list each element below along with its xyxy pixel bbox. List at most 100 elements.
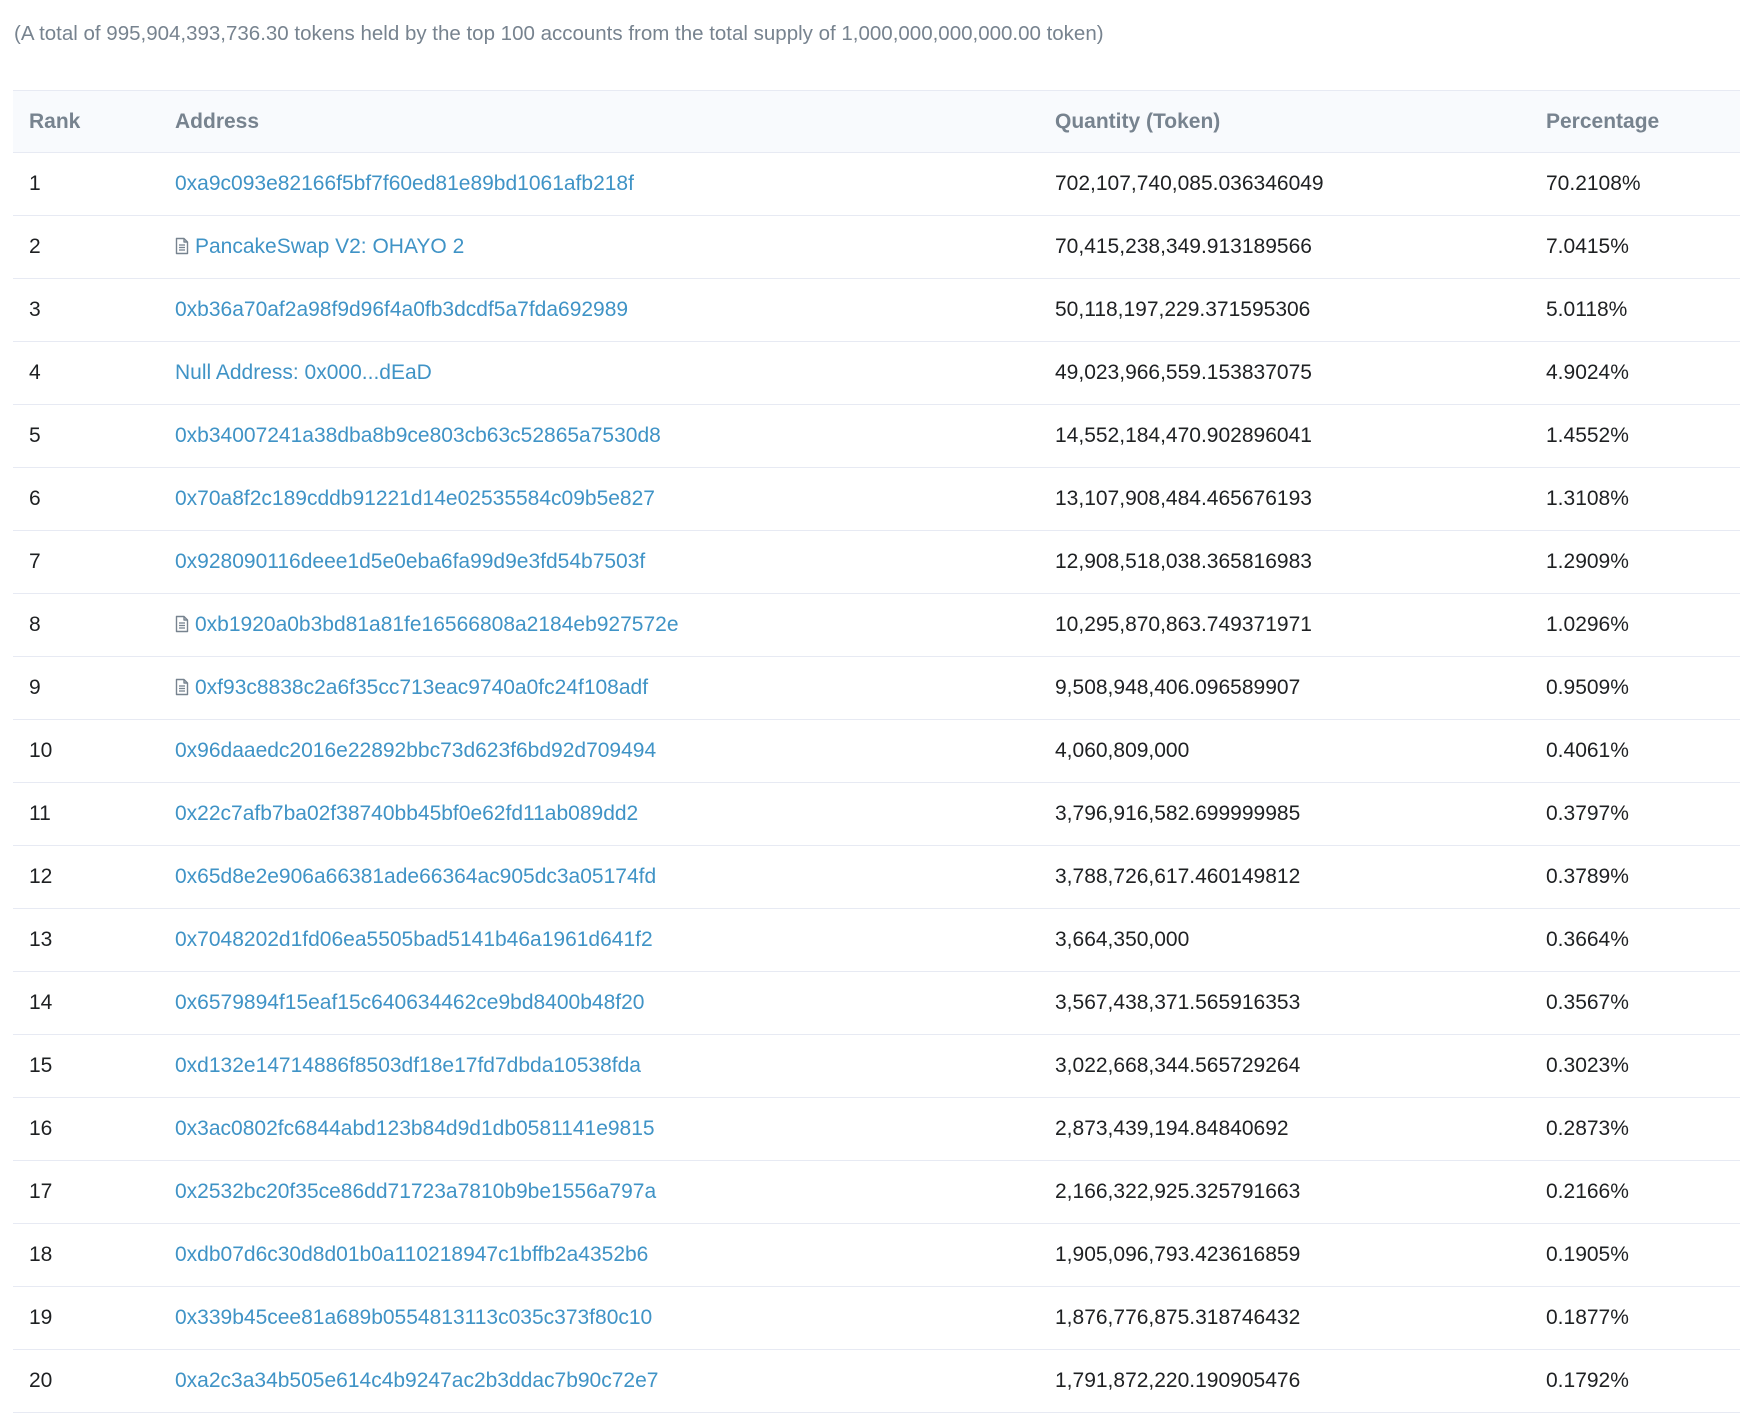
rank-cell: 18: [13, 1223, 159, 1287]
address-cell: 0x7048202d1fd06ea5505bad5141b46a1961d641…: [159, 908, 1039, 972]
quantity-cell: 13,107,908,484.465676193: [1039, 467, 1530, 531]
quantity-cell: 2,166,322,925.325791663: [1039, 1160, 1530, 1224]
column-header-address: Address: [159, 90, 1039, 153]
table-row: 14 0x6579894f15eaf15c640634462ce9bd8400b4…: [13, 971, 1740, 1035]
table-row: 11 0x22c7afb7ba02f38740bb45bf0e62fd11ab08…: [13, 782, 1740, 846]
quantity-cell: 14,552,184,470.902896041: [1039, 404, 1530, 468]
rank-cell: 16: [13, 1097, 159, 1161]
column-header-quantity: Quantity (Token): [1039, 90, 1530, 153]
holder-address-link[interactable]: 0xb34007241a38dba8b9ce803cb63c52865a7530…: [175, 424, 661, 447]
rank-cell: 1: [13, 152, 159, 216]
holder-address-link[interactable]: 0xdb07d6c30d8d01b0a110218947c1bffb2a4352…: [175, 1243, 648, 1266]
token-holders-table: Rank Address Quantity (Token) Percentage…: [13, 90, 1740, 1413]
holder-address-link[interactable]: 0xf93c8838c2a6f35cc713eac9740a0fc24f108a…: [195, 676, 648, 699]
holder-address-link[interactable]: 0x928090116deee1d5e0eba6fa99d9e3fd54b750…: [175, 550, 645, 573]
address-cell: 0x22c7afb7ba02f38740bb45bf0e62fd11ab089d…: [159, 782, 1039, 846]
holder-address-link[interactable]: 0x6579894f15eaf15c640634462ce9bd8400b48f…: [175, 991, 644, 1014]
holder-address-link[interactable]: Null Address: 0x000...dEaD: [175, 361, 432, 384]
address-cell: 0xb1920a0b3bd81a81fe16566808a2184eb92757…: [159, 593, 1039, 657]
holders-summary-text: (A total of 995,904,393,736.30 tokens he…: [14, 22, 1104, 45]
rank-cell: 13: [13, 908, 159, 972]
table-row: 10 0x96daaedc2016e22892bbc73d623f6bd92d70…: [13, 719, 1740, 783]
quantity-cell: 3,796,916,582.699999985: [1039, 782, 1530, 846]
holder-address-link[interactable]: 0x7048202d1fd06ea5505bad5141b46a1961d641…: [175, 928, 653, 951]
quantity-cell: 1,905,096,793.423616859: [1039, 1223, 1530, 1287]
holder-address-link[interactable]: 0xa9c093e82166f5bf7f60ed81e89bd1061afb21…: [175, 172, 634, 195]
holder-address-link[interactable]: 0x339b45cee81a689b0554813113c035c373f80c…: [175, 1306, 652, 1329]
table-row: 16 0x3ac0802fc6844abd123b84d9d1db0581141e…: [13, 1097, 1740, 1161]
percentage-cell: 0.3023%: [1530, 1034, 1740, 1098]
percentage-cell: 5.0118%: [1530, 278, 1740, 342]
rank-cell: 3: [13, 278, 159, 342]
holder-address-link[interactable]: 0x65d8e2e906a66381ade66364ac905dc3a05174…: [175, 865, 656, 888]
quantity-cell: 50,118,197,229.371595306: [1039, 278, 1530, 342]
rank-cell: 9: [13, 656, 159, 720]
rank-cell: 12: [13, 845, 159, 909]
address-cell: 0xdb07d6c30d8d01b0a110218947c1bffb2a4352…: [159, 1223, 1039, 1287]
address-cell: Null Address: 0x000...dEaD: [159, 341, 1039, 405]
file-document-icon: [175, 678, 189, 696]
table-row: 18 0xdb07d6c30d8d01b0a110218947c1bffb2a43…: [13, 1223, 1740, 1287]
percentage-cell: 0.3797%: [1530, 782, 1740, 846]
percentage-cell: 0.9509%: [1530, 656, 1740, 720]
percentage-cell: 0.1877%: [1530, 1286, 1740, 1350]
file-document-icon: [175, 615, 189, 633]
holder-address-link[interactable]: 0x3ac0802fc6844abd123b84d9d1db0581141e98…: [175, 1117, 655, 1140]
quantity-cell: 4,060,809,000: [1039, 719, 1530, 783]
table-body: 1 0xa9c093e82166f5bf7f60ed81e89bd1061afb2…: [13, 152, 1740, 1413]
quantity-cell: 3,022,668,344.565729264: [1039, 1034, 1530, 1098]
address-cell: 0xd132e14714886f8503df18e17fd7dbda10538f…: [159, 1034, 1039, 1098]
table-row: 7 0x928090116deee1d5e0eba6fa99d9e3fd54b75…: [13, 530, 1740, 594]
holder-address-link[interactable]: 0xb1920a0b3bd81a81fe16566808a2184eb92757…: [195, 613, 679, 636]
percentage-cell: 0.3664%: [1530, 908, 1740, 972]
address-cell: 0xf93c8838c2a6f35cc713eac9740a0fc24f108a…: [159, 656, 1039, 720]
percentage-cell: 1.2909%: [1530, 530, 1740, 594]
rank-cell: 5: [13, 404, 159, 468]
address-cell: 0x65d8e2e906a66381ade66364ac905dc3a05174…: [159, 845, 1039, 909]
address-cell: 0x339b45cee81a689b0554813113c035c373f80c…: [159, 1286, 1039, 1350]
quantity-cell: 3,788,726,617.460149812: [1039, 845, 1530, 909]
address-cell: 0x96daaedc2016e22892bbc73d623f6bd92d7094…: [159, 719, 1039, 783]
holder-address-link[interactable]: 0xa2c3a34b505e614c4b9247ac2b3ddac7b90c72…: [175, 1369, 658, 1392]
percentage-cell: 1.0296%: [1530, 593, 1740, 657]
percentage-cell: 0.2873%: [1530, 1097, 1740, 1161]
holder-address-link[interactable]: 0x70a8f2c189cddb91221d14e02535584c09b5e8…: [175, 487, 655, 510]
quantity-cell: 1,791,872,220.190905476: [1039, 1349, 1530, 1413]
holder-address-link[interactable]: 0x22c7afb7ba02f38740bb45bf0e62fd11ab089d…: [175, 802, 638, 825]
address-cell: 0xb36a70af2a98f9d96f4a0fb3dcdf5a7fda6929…: [159, 278, 1039, 342]
percentage-cell: 0.1905%: [1530, 1223, 1740, 1287]
percentage-cell: 0.2166%: [1530, 1160, 1740, 1224]
percentage-cell: 70.2108%: [1530, 152, 1740, 216]
rank-cell: 19: [13, 1286, 159, 1350]
address-cell: 0x3ac0802fc6844abd123b84d9d1db0581141e98…: [159, 1097, 1039, 1161]
percentage-cell: 0.4061%: [1530, 719, 1740, 783]
table-row: 2 PancakeSwap V2: OHAYO 2 70,415,238,349.9…: [13, 215, 1740, 279]
holder-address-link[interactable]: 0x2532bc20f35ce86dd71723a7810b9be1556a79…: [175, 1180, 656, 1203]
table-row: 8 0xb1920a0b3bd81a81fe16566808a2184eb9275…: [13, 593, 1740, 657]
percentage-cell: 0.3567%: [1530, 971, 1740, 1035]
address-cell: 0x928090116deee1d5e0eba6fa99d9e3fd54b750…: [159, 530, 1039, 594]
table-row: 1 0xa9c093e82166f5bf7f60ed81e89bd1061afb2…: [13, 152, 1740, 216]
table-row: 6 0x70a8f2c189cddb91221d14e02535584c09b5e…: [13, 467, 1740, 531]
holder-address-link[interactable]: 0xd132e14714886f8503df18e17fd7dbda10538f…: [175, 1054, 641, 1077]
rank-cell: 4: [13, 341, 159, 405]
quantity-cell: 2,873,439,194.84840692: [1039, 1097, 1530, 1161]
file-document-icon: [175, 237, 189, 255]
quantity-cell: 70,415,238,349.913189566: [1039, 215, 1530, 279]
column-header-percentage: Percentage: [1530, 90, 1740, 153]
percentage-cell: 1.3108%: [1530, 467, 1740, 531]
percentage-cell: 0.3789%: [1530, 845, 1740, 909]
holder-address-link[interactable]: 0x96daaedc2016e22892bbc73d623f6bd92d7094…: [175, 739, 656, 762]
holder-address-link[interactable]: 0xb36a70af2a98f9d96f4a0fb3dcdf5a7fda6929…: [175, 298, 628, 321]
rank-cell: 8: [13, 593, 159, 657]
column-header-rank: Rank: [13, 90, 159, 153]
quantity-cell: 10,295,870,863.749371971: [1039, 593, 1530, 657]
holder-address-link[interactable]: PancakeSwap V2: OHAYO 2: [195, 235, 464, 258]
quantity-cell: 9,508,948,406.096589907: [1039, 656, 1530, 720]
address-cell: 0xb34007241a38dba8b9ce803cb63c52865a7530…: [159, 404, 1039, 468]
address-cell: 0x6579894f15eaf15c640634462ce9bd8400b48f…: [159, 971, 1039, 1035]
address-cell: 0x70a8f2c189cddb91221d14e02535584c09b5e8…: [159, 467, 1039, 531]
quantity-cell: 3,664,350,000: [1039, 908, 1530, 972]
rank-cell: 2: [13, 215, 159, 279]
rank-cell: 10: [13, 719, 159, 783]
